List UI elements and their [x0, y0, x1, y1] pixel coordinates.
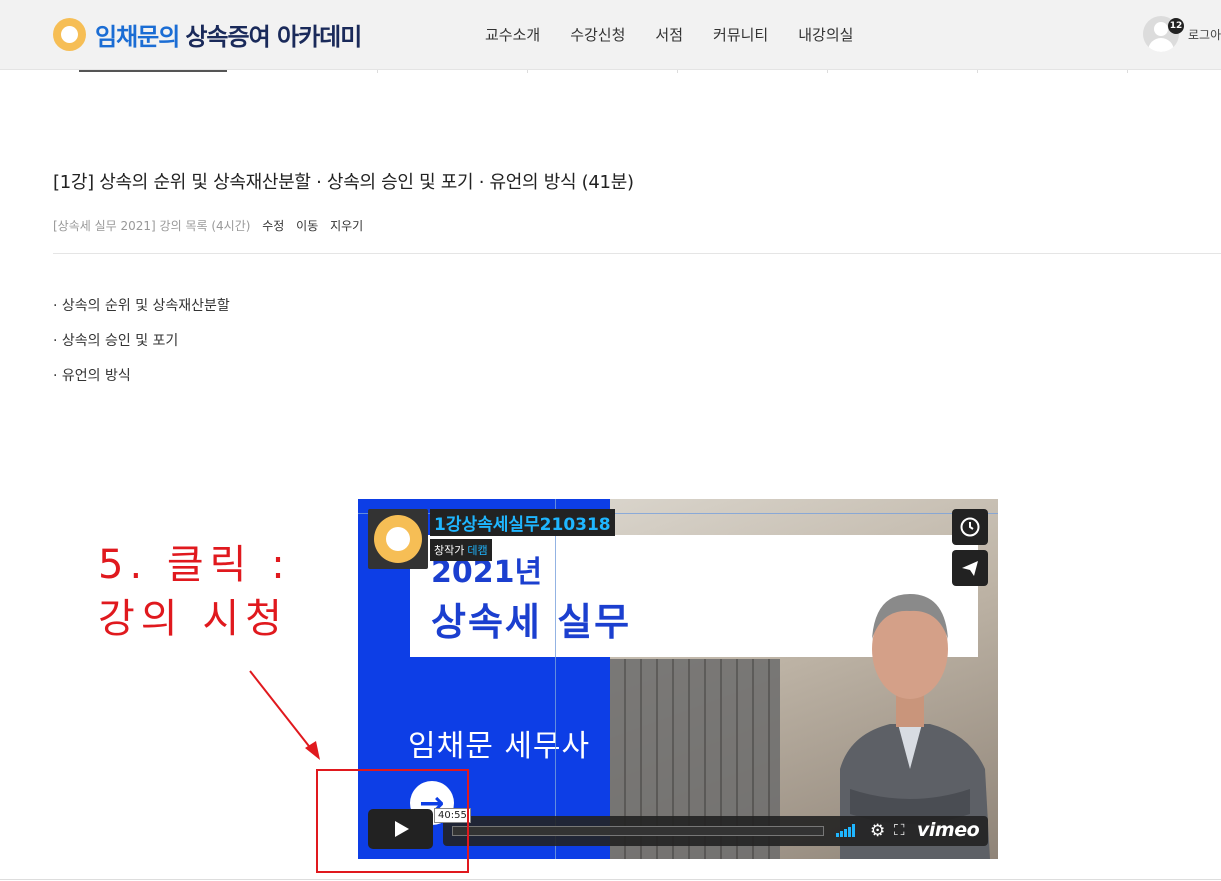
volume-icon[interactable] [836, 824, 856, 837]
logo-name: 임채문의 [95, 23, 180, 51]
list-item: · 상속의 순위 및 상속재산분할 [53, 298, 230, 314]
list-item: · 상속의 승인 및 포기 [53, 333, 179, 349]
annotation-line: 5. 클릭 : [98, 542, 291, 588]
progress-bar[interactable] [452, 826, 824, 836]
nav-item-bookstore[interactable]: 서점 [655, 24, 683, 45]
share-button[interactable] [952, 550, 988, 586]
nav-item-enroll[interactable]: 수강신청 [570, 24, 625, 45]
byline-owner-link[interactable]: 데캠 [467, 544, 487, 557]
subnav-divider [977, 70, 978, 73]
nav-item-community[interactable]: 커뮤니티 [713, 24, 768, 45]
edit-link[interactable]: 수정 [262, 219, 284, 233]
breadcrumb[interactable]: [상속세 실무 2021] 강의 목록 (4시간) [53, 219, 250, 233]
delete-link[interactable]: 지우기 [330, 219, 363, 233]
logo-circle-icon [53, 18, 86, 51]
annotation-highlight-box [316, 769, 469, 873]
site-header: 임채문의 상속증여 아카데미 교수소개 수강신청 서점 커뮤니티 내강의실 로그… [0, 0, 1221, 70]
watch-later-button[interactable] [952, 509, 988, 545]
list-item: · 유언의 방식 [53, 368, 131, 384]
byline-prefix: 창작가 [434, 544, 465, 557]
clock-icon [960, 517, 980, 537]
nav-item-professor[interactable]: 교수소개 [485, 24, 540, 45]
post-meta: [상속세 실무 2021] 강의 목록 (4시간) 수정 이동 지우기 [53, 217, 363, 234]
content-divider [53, 253, 1221, 254]
nav-item-my-classroom[interactable]: 내강의실 [798, 24, 853, 45]
channel-avatar[interactable] [368, 509, 428, 569]
logo-subtitle: 상속증여 아카데미 [185, 23, 362, 51]
logout-link[interactable]: 로그아 [1188, 26, 1221, 43]
main-nav: 교수소개 수강신청 서점 커뮤니티 내강의실 [485, 24, 883, 45]
video-header: 1강상속세실무210318 창작가 데캠 [368, 509, 615, 569]
send-icon [962, 561, 978, 576]
thumbnail-title: 상속세 실무 [431, 600, 632, 644]
fullscreen-icon[interactable]: ⛶ [894, 821, 905, 839]
thumbnail-presenter: 임채문 세무사 [408, 729, 591, 764]
lecture-topics: · 상속의 순위 및 상속재산분할 · 상속의 승인 및 포기 · 유언의 방식 [53, 295, 230, 400]
post-title: [1강] 상속의 순위 및 상속재산분할 · 상속의 승인 및 포기 · 유언의… [53, 172, 634, 193]
subnav-divider [1127, 70, 1128, 73]
gear-icon[interactable]: ⚙ [870, 821, 885, 841]
subnav-divider [377, 70, 378, 73]
subnav-divider [827, 70, 828, 73]
vimeo-logo[interactable]: vimeo [917, 819, 980, 841]
control-bar: ⚙ ⛶ vimeo [443, 816, 988, 846]
subnav-divider [677, 70, 678, 73]
annotation-line: 강의 시청 [98, 596, 288, 642]
video-byline: 창작가 데캠 [430, 539, 492, 561]
subnav-active-indicator [79, 70, 227, 72]
instruction-annotation: 5. 클릭 : 강의 시청 [98, 538, 291, 646]
subnav-divider [527, 70, 528, 73]
page-bottom-divider [0, 879, 1221, 880]
video-title[interactable]: 1강상속세실무210318 [430, 509, 615, 536]
move-link[interactable]: 이동 [296, 219, 318, 233]
site-logo[interactable]: 임채문의 상속증여 아카데미 [53, 17, 362, 52]
notification-badge[interactable]: 12 [1168, 18, 1184, 34]
